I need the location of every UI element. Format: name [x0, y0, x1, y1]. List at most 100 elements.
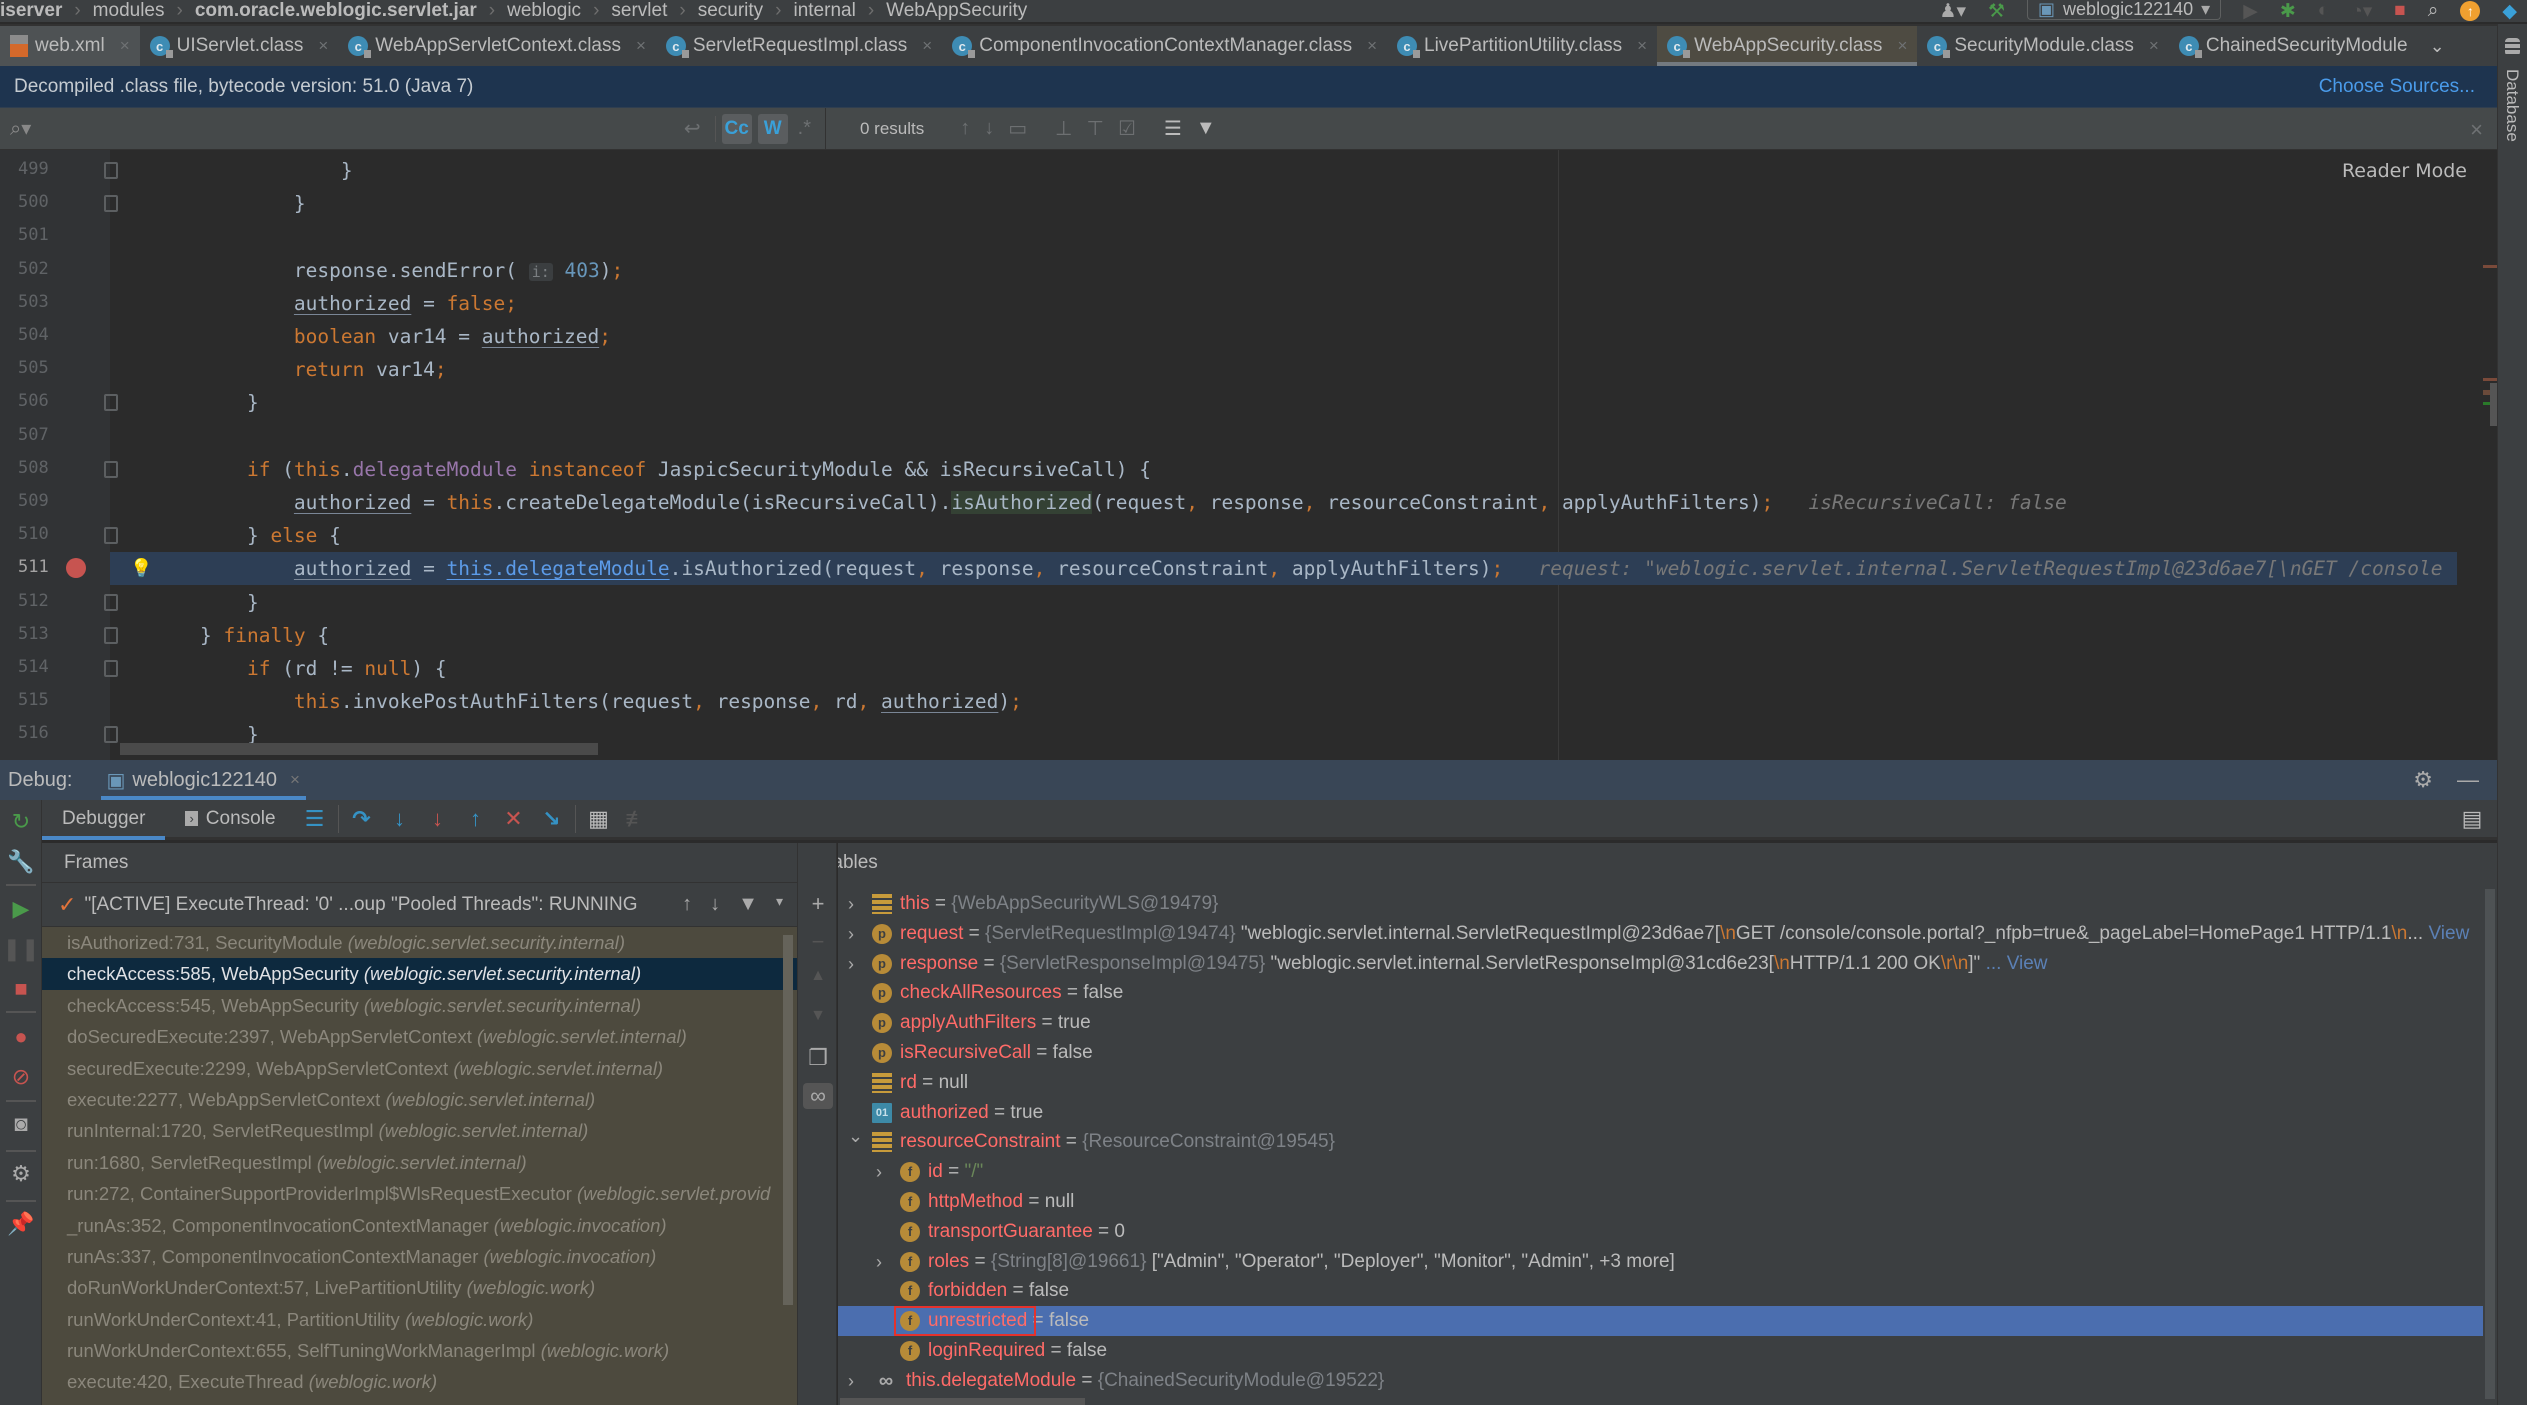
- new-line-icon[interactable]: ↩: [684, 116, 701, 141]
- gutter-line[interactable]: 503: [0, 287, 110, 320]
- user-icon[interactable]: ♟▾: [1939, 0, 1966, 23]
- expand-arrow-icon[interactable]: ›: [876, 1157, 890, 1187]
- editor-tab[interactable]: c WebAppSecurity.class ×: [1657, 26, 1918, 66]
- intention-bulb-icon[interactable]: 💡: [130, 552, 152, 585]
- expand-arrow-icon[interactable]: ›: [848, 1366, 862, 1396]
- variable-row[interactable]: f forbidden = false: [838, 1276, 2483, 1306]
- database-icon[interactable]: [2505, 38, 2520, 56]
- match-case-toggle[interactable]: Cc: [721, 113, 752, 144]
- whole-words-toggle[interactable]: W: [757, 113, 788, 144]
- gutter-line[interactable]: 504: [0, 320, 110, 353]
- code-line[interactable]: if (this.delegateModule instanceof Jaspi…: [110, 453, 2457, 486]
- layout-settings-icon[interactable]: ▤: [2453, 806, 2491, 832]
- code-line[interactable]: if (rd != null) {: [110, 652, 2457, 685]
- breadcrumb-item[interactable]: security: [698, 0, 763, 22]
- gutter-line[interactable]: 511: [0, 552, 110, 585]
- close-tab-icon[interactable]: ×: [636, 36, 646, 56]
- gutter-line[interactable]: 509: [0, 486, 110, 519]
- thread-selector[interactable]: ✓ "[ACTIVE] ExecuteThread: '0' ...oup "P…: [42, 883, 797, 927]
- pin-tab-icon[interactable]: 📌: [7, 1211, 34, 1236]
- select-all-occurrences-icon[interactable]: ▭: [1008, 116, 1027, 141]
- stack-frame[interactable]: doSecuredExecute:2397, WebAppServletCont…: [42, 1021, 797, 1052]
- editor-tab[interactable]: c WebAppServletContext.class ×: [338, 26, 656, 66]
- gutter-line[interactable]: 499: [0, 154, 118, 187]
- gutter-line[interactable]: 508: [0, 453, 118, 486]
- search-icon[interactable]: ⌕▾: [10, 116, 31, 141]
- frames-list[interactable]: isAuthorized:731, SecurityModule (weblog…: [42, 927, 797, 1405]
- close-search-icon[interactable]: ×: [2470, 117, 2483, 143]
- stack-frame[interactable]: execute:2277, WebAppServletContext (webl…: [42, 1084, 797, 1115]
- breadcrumb-item[interactable]: iserver: [0, 0, 62, 22]
- pause-program-icon[interactable]: ❚❚: [3, 936, 40, 961]
- remove-watch-icon[interactable]: −: [807, 929, 829, 955]
- gutter-line[interactable]: 516: [0, 718, 118, 751]
- step-over-icon[interactable]: ↷: [343, 806, 381, 832]
- editor-tab[interactable]: web.xml ×: [0, 26, 140, 66]
- update-icon[interactable]: ↑: [2460, 1, 2481, 21]
- gutter-line[interactable]: 501: [0, 220, 110, 253]
- variable-row[interactable]: f httpMethod = null: [838, 1187, 2483, 1217]
- variable-row[interactable]: › f roles = {String[8]@19661} ["Admin", "O…: [838, 1247, 2483, 1277]
- code-line[interactable]: }: [110, 187, 2457, 220]
- variable-row[interactable]: ⌄ resourceConstraint = {ResourceConstrain…: [838, 1126, 2483, 1157]
- duplicate-watch-icon[interactable]: ❐: [807, 1045, 829, 1071]
- camera-icon[interactable]: ◙: [9, 1111, 33, 1136]
- code-line[interactable]: [110, 420, 2457, 453]
- search-input[interactable]: [39, 117, 670, 140]
- code-line[interactable]: }: [110, 154, 2457, 187]
- filter-icon[interactable]: ▼: [1196, 117, 1216, 140]
- variables-scrollbar[interactable]: [2485, 889, 2495, 1399]
- stack-frame[interactable]: runWorkUnderContext:655, SelfTuningWorkM…: [42, 1335, 797, 1366]
- close-tab-icon[interactable]: ×: [120, 36, 130, 56]
- code-line[interactable]: } finally {: [110, 619, 2457, 652]
- breakpoint-icon[interactable]: [66, 558, 86, 579]
- regex-toggle[interactable]: .*: [798, 117, 811, 140]
- breadcrumb-item[interactable]: modules: [93, 0, 165, 22]
- next-frame-icon[interactable]: ↓: [710, 893, 720, 916]
- stack-frame[interactable]: runAs:337, ComponentInvocationContextMan…: [42, 1241, 797, 1272]
- drop-frame-icon[interactable]: ✕: [495, 806, 533, 832]
- editor-gutter[interactable]: 499 500 501 502 503 504 505 506 507 508 509 510 511 5…: [0, 150, 118, 760]
- expand-arrow-icon[interactable]: ›: [848, 889, 862, 919]
- close-tab-icon[interactable]: ×: [1637, 36, 1647, 56]
- gutter-line[interactable]: 514: [0, 652, 118, 685]
- trace-current-stream-icon[interactable]: ≢: [618, 806, 656, 832]
- gutter-line[interactable]: 512: [0, 586, 118, 619]
- run-icon[interactable]: ▶: [2243, 0, 2258, 23]
- code-line[interactable]: authorized = this.createDelegateModule(i…: [110, 486, 2457, 519]
- stack-frame[interactable]: doRunWorkUnderContext:57, LivePartitionU…: [42, 1272, 797, 1303]
- close-tab-icon[interactable]: ×: [1897, 36, 1907, 56]
- variable-row[interactable]: f loginRequired = false: [838, 1336, 2483, 1366]
- thread-dropdown-icon[interactable]: ▾: [776, 893, 783, 916]
- variable-row[interactable]: p applyAuthFilters = true: [838, 1008, 2483, 1038]
- build-hammer-icon[interactable]: ⚒: [1988, 0, 2005, 23]
- gutter-line[interactable]: 502: [0, 254, 110, 287]
- code-line[interactable]: }: [110, 386, 2457, 419]
- breadcrumb-item[interactable]: com.oracle.weblogic.servlet.jar: [195, 0, 477, 22]
- stack-frame[interactable]: checkAccess:545, WebAppSecurity (weblogi…: [42, 990, 797, 1021]
- modify-run-config-icon[interactable]: 🔧: [7, 849, 34, 874]
- code-line[interactable]: authorized = this.delegateModule.isAutho…: [110, 552, 2457, 586]
- step-into-icon[interactable]: ↓: [381, 806, 419, 832]
- tab-debugger[interactable]: Debugger: [42, 800, 166, 840]
- frames-scrollbar[interactable]: [783, 935, 793, 1305]
- new-watch-icon[interactable]: +: [807, 891, 829, 917]
- stack-frame[interactable]: runInternal:1720, ServletRequestImpl (we…: [42, 1115, 797, 1146]
- reader-mode-button[interactable]: Reader Mode: [2342, 160, 2467, 182]
- stop-icon[interactable]: ■: [2394, 0, 2405, 22]
- previous-frame-icon[interactable]: ↑: [682, 893, 692, 916]
- variable-row[interactable]: › p response = {ServletResponseImpl@19475}…: [838, 949, 2483, 979]
- variable-row[interactable]: › this = {WebAppSecurityWLS@19479}: [838, 889, 2483, 919]
- gutter-line[interactable]: 507: [0, 420, 110, 453]
- remove-occurrence-icon[interactable]: ⊤: [1087, 116, 1104, 141]
- stack-frame[interactable]: isAuthorized:731, SecurityModule (weblog…: [42, 927, 797, 958]
- variable-row[interactable]: p isRecursiveCall = false: [838, 1038, 2483, 1068]
- filter-options-icon[interactable]: ☰: [1164, 116, 1182, 141]
- variables-horizontal-scrollbar[interactable]: [840, 1398, 1085, 1405]
- editor-tab[interactable]: c ServletRequestImpl.class ×: [656, 26, 942, 66]
- code-line[interactable]: }: [110, 586, 2457, 619]
- breadcrumb-item[interactable]: servlet: [611, 0, 667, 22]
- move-watch-up-icon[interactable]: ▲: [807, 967, 829, 985]
- next-occurrence-icon[interactable]: ↓: [984, 117, 994, 140]
- move-watch-down-icon[interactable]: ▼: [807, 1007, 829, 1025]
